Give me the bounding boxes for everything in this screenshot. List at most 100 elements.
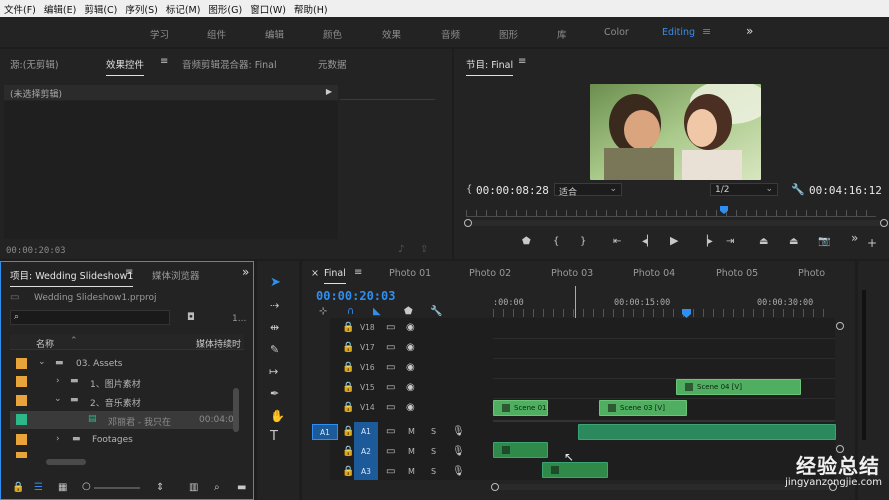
timeline-tab-photo03[interactable]: Photo 03: [551, 268, 593, 279]
clip-audio-a3[interactable]: [542, 462, 608, 478]
menu-edit[interactable]: 编辑(E): [40, 2, 80, 16]
overflow-chevron-icon[interactable]: »: [242, 265, 249, 279]
clip-audio-a2[interactable]: [493, 442, 548, 458]
play-only-audio-icon[interactable]: ♪: [398, 245, 404, 255]
zoom-handle-left[interactable]: [464, 219, 472, 227]
chevron-down-icon[interactable]: ⌄: [38, 357, 46, 367]
sync-lock-icon[interactable]: ▭: [386, 467, 395, 477]
lift-icon[interactable]: ⏏: [759, 237, 768, 247]
lock-icon[interactable]: 🔒: [342, 383, 354, 393]
clip-scene04-v[interactable]: Scene 04 [V]: [676, 379, 801, 395]
time-ruler[interactable]: [493, 309, 833, 317]
step-forward-icon[interactable]: ▕▸: [700, 237, 713, 247]
list-item[interactable]: › ▬ Footages: [10, 431, 244, 449]
pen-tool-icon[interactable]: ✒: [270, 388, 279, 399]
menu-graphics[interactable]: 图形(G): [204, 2, 246, 16]
zoom-scrollbar[interactable]: [464, 219, 888, 227]
mute-button[interactable]: M: [408, 467, 415, 476]
list-item[interactable]: › ▬ 1、图片素材: [10, 373, 244, 391]
chevron-right-icon[interactable]: ›: [56, 434, 60, 444]
zoom-out-circle-icon[interactable]: ○: [82, 482, 91, 492]
chevron-down-icon[interactable]: ⌄: [54, 394, 62, 404]
tab-project[interactable]: 项目: Wedding Slideshow1: [10, 268, 134, 287]
menu-clip[interactable]: 剪辑(C): [80, 2, 121, 16]
search-input[interactable]: ⌕: [10, 310, 170, 325]
export-frame-camera-icon[interactable]: 📷: [818, 237, 830, 247]
eye-icon[interactable]: ◉: [406, 403, 415, 413]
workspace-libraries[interactable]: 库: [557, 27, 567, 41]
thumbnail-size-slider[interactable]: [94, 487, 140, 489]
play-icon[interactable]: ▶: [670, 235, 678, 246]
solo-button[interactable]: S: [431, 427, 436, 436]
list-item[interactable]: ⌄ ▬ 03. Assets: [10, 355, 244, 373]
sync-lock-icon[interactable]: ▭: [386, 383, 395, 393]
automate-to-sequence-icon[interactable]: ▥: [189, 483, 198, 493]
timeline-tab-photo05[interactable]: Photo 05: [716, 268, 758, 279]
panel-menu-icon[interactable]: ≡: [160, 56, 168, 67]
lock-icon[interactable]: 🔒: [342, 323, 354, 333]
microphone-icon[interactable]: 🎙: [452, 447, 465, 457]
overflow-chevron-icon[interactable]: »: [851, 232, 858, 244]
menu-window[interactable]: 窗口(W): [246, 2, 290, 16]
eye-icon[interactable]: ◉: [406, 343, 415, 353]
lock-icon[interactable]: 🔒: [342, 403, 354, 413]
sync-lock-icon[interactable]: ▭: [386, 343, 395, 353]
column-duration[interactable]: 媒体持续时: [196, 337, 244, 350]
list-view-icon[interactable]: ☰: [34, 483, 43, 493]
timeline-tab-photo01[interactable]: Photo 01: [389, 268, 431, 279]
clip-scene01[interactable]: Scene 01: [493, 400, 548, 416]
type-tool-icon[interactable]: T: [270, 430, 278, 443]
microphone-icon[interactable]: 🎙: [452, 427, 465, 437]
mark-out-button-icon[interactable]: }: [580, 237, 586, 247]
razor-tool-icon[interactable]: ✎: [270, 344, 279, 355]
selection-tool-icon[interactable]: ➤: [270, 276, 281, 289]
workspace-color-cn[interactable]: 颜色: [323, 27, 342, 41]
menu-help[interactable]: 帮助(H): [290, 2, 332, 16]
lock-icon[interactable]: 🔒: [342, 467, 354, 477]
workspace-effects[interactable]: 效果: [382, 27, 401, 41]
workspace-color[interactable]: Color: [604, 27, 629, 38]
extract-icon[interactable]: ⏏: [789, 237, 798, 247]
timeline-settings-wrench-icon[interactable]: 🔧: [430, 307, 442, 317]
sync-lock-icon[interactable]: ▭: [386, 427, 395, 437]
sync-lock-icon[interactable]: ▭: [386, 323, 395, 333]
list-item[interactable]: ⌄ ▬ 2、音乐素材: [10, 392, 244, 410]
timeline-tab-photo02[interactable]: Photo 02: [469, 268, 511, 279]
expand-arrow-icon[interactable]: ▶: [326, 87, 332, 96]
column-name[interactable]: 名称: [36, 337, 54, 350]
sync-lock-icon[interactable]: ▭: [386, 363, 395, 373]
workspace-audio[interactable]: 音频: [441, 27, 460, 41]
ripple-edit-tool-icon[interactable]: ⇹: [270, 322, 279, 333]
menu-file[interactable]: 文件(F): [0, 2, 40, 16]
solo-button[interactable]: S: [431, 467, 436, 476]
resolution-dropdown[interactable]: 1/2 ⌄: [710, 183, 778, 196]
mute-button[interactable]: M: [408, 427, 415, 436]
new-bin-icon[interactable]: ▬: [237, 483, 246, 493]
new-search-bin-icon[interactable]: ◘: [187, 313, 195, 323]
snap-magnet-icon[interactable]: ∩: [347, 307, 354, 317]
eye-icon[interactable]: ◉: [406, 383, 415, 393]
lock-icon[interactable]: 🔒: [342, 447, 354, 457]
scrollbar-thumb[interactable]: [46, 459, 86, 465]
add-marker-icon[interactable]: ⬟: [404, 307, 413, 317]
menu-marker[interactable]: 标记(M): [162, 2, 205, 16]
workspace-graphics[interactable]: 图形: [499, 27, 518, 41]
eye-icon[interactable]: ◉: [406, 323, 415, 333]
clip-scene03-v[interactable]: Scene 03 [V]: [599, 400, 687, 416]
add-button-icon[interactable]: +: [867, 237, 877, 249]
tab-metadata[interactable]: 元数据: [318, 57, 347, 71]
timeline-timecode[interactable]: 00:00:20:03: [316, 289, 395, 303]
sync-lock-icon[interactable]: ▭: [386, 403, 395, 413]
sort-icons-icon[interactable]: ⇕: [156, 483, 164, 493]
project-menu-icon[interactable]: ≡: [125, 267, 133, 278]
menu-sequence[interactable]: 序列(S): [121, 2, 161, 16]
tab-media-browser[interactable]: 媒体浏览器: [152, 268, 200, 282]
list-item-selected[interactable]: ▤ 邓丽君 - 我只在 00:04:0: [10, 411, 236, 429]
workspace-learn[interactable]: 学习: [150, 27, 169, 41]
tab-source[interactable]: 源:(无剪辑): [10, 57, 59, 71]
find-icon[interactable]: ⌕: [214, 483, 220, 493]
program-scrub-ruler[interactable]: [466, 210, 876, 217]
tab-audio-clip-mixer[interactable]: 音频剪辑混合器: Final: [182, 57, 277, 71]
chevron-right-icon[interactable]: ›: [56, 376, 60, 386]
sync-lock-icon[interactable]: ▭: [386, 447, 395, 457]
